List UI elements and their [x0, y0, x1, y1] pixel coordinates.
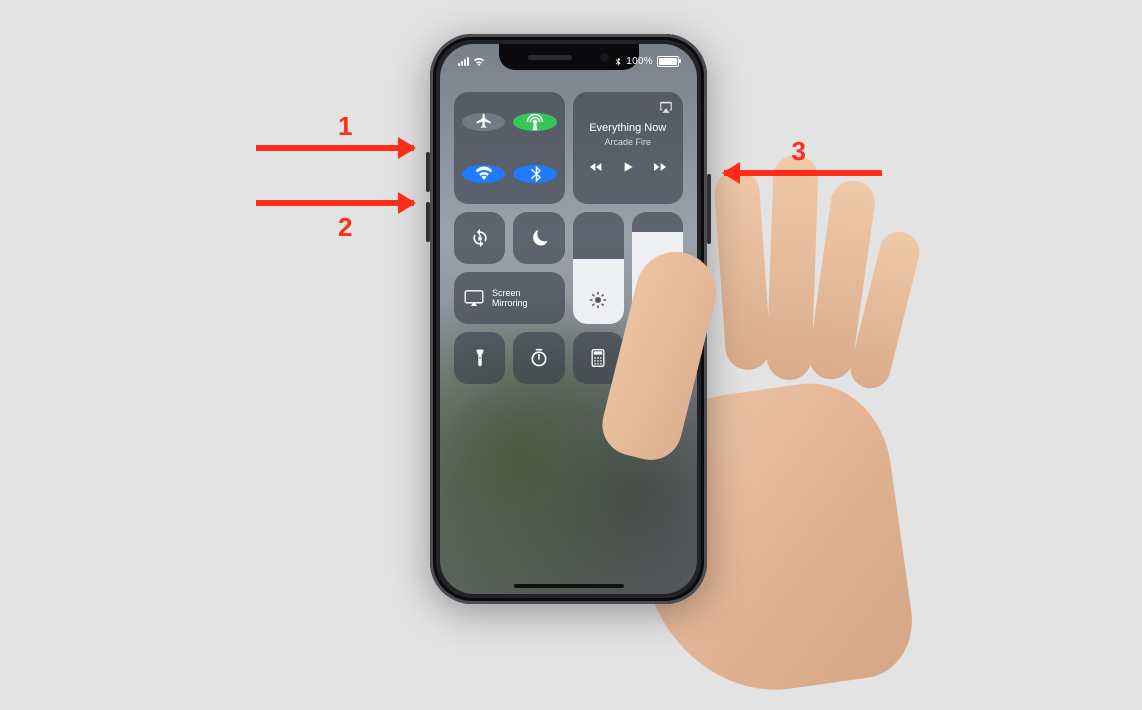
volume-icon: [648, 291, 666, 314]
arrow-right-icon: [256, 200, 414, 206]
calculator-button[interactable]: [573, 332, 624, 384]
wifi-icon: [473, 57, 485, 66]
arrow-right-icon: [256, 145, 414, 151]
cellular-antenna-icon: [526, 113, 544, 131]
phone-screen: 100%: [440, 44, 697, 594]
battery-icon: [657, 56, 679, 67]
annotation-arrow-2: 2: [256, 200, 414, 206]
camera-button[interactable]: [632, 332, 683, 384]
timer-icon: [529, 348, 549, 368]
wifi-icon: [475, 165, 493, 183]
orientation-lock-icon: [470, 228, 490, 248]
next-track-button[interactable]: [652, 159, 668, 180]
timer-button[interactable]: [513, 332, 564, 384]
airplay-icon[interactable]: [659, 100, 673, 119]
iphone-frame: 100%: [430, 34, 707, 604]
annotation-label-1: 1: [338, 111, 352, 142]
now-playing-artist: Arcade Fire: [604, 137, 651, 147]
flashlight-icon: [470, 348, 490, 368]
cellular-data-toggle[interactable]: [513, 113, 556, 131]
screen-mirroring-icon: [464, 290, 484, 306]
annotation-label-2: 2: [338, 212, 352, 243]
annotation-label-3: 3: [792, 136, 806, 167]
volume-slider[interactable]: [632, 212, 683, 324]
play-button[interactable]: [620, 159, 636, 180]
now-playing-title: Everything Now: [589, 122, 666, 134]
previous-track-button[interactable]: [588, 159, 604, 180]
calculator-icon: [588, 348, 608, 368]
airplane-mode-toggle[interactable]: [462, 113, 505, 131]
battery-percent-text: 100%: [626, 56, 653, 67]
wifi-toggle[interactable]: [462, 165, 505, 183]
annotation-arrow-1: 1: [256, 145, 414, 151]
annotation-arrow-3: 3: [724, 170, 882, 176]
airplane-icon: [475, 113, 493, 131]
bluetooth-icon: [526, 165, 544, 183]
orientation-lock-toggle[interactable]: [454, 212, 505, 264]
volume-up-button[interactable]: [426, 152, 430, 192]
moon-icon: [529, 228, 549, 248]
control-center: Everything Now Arcade Fire Screen Mirror…: [454, 92, 683, 544]
bluetooth-icon: [613, 57, 622, 66]
connectivity-panel: [454, 92, 565, 204]
screen-mirroring-button[interactable]: Screen Mirroring: [454, 272, 565, 324]
do-not-disturb-toggle[interactable]: [513, 212, 564, 264]
status-bar: 100%: [440, 52, 697, 70]
now-playing-panel[interactable]: Everything Now Arcade Fire: [573, 92, 684, 204]
screen-mirroring-label: Screen Mirroring: [492, 288, 528, 309]
brightness-slider[interactable]: [573, 212, 624, 324]
cellular-signal-icon: [458, 57, 469, 66]
flashlight-button[interactable]: [454, 332, 505, 384]
bluetooth-toggle[interactable]: [513, 165, 556, 183]
volume-down-button[interactable]: [426, 202, 430, 242]
side-power-button[interactable]: [707, 174, 711, 244]
home-indicator[interactable]: [514, 584, 624, 588]
brightness-icon: [589, 291, 607, 314]
camera-icon: [647, 348, 667, 368]
arrow-left-icon: [724, 170, 882, 176]
